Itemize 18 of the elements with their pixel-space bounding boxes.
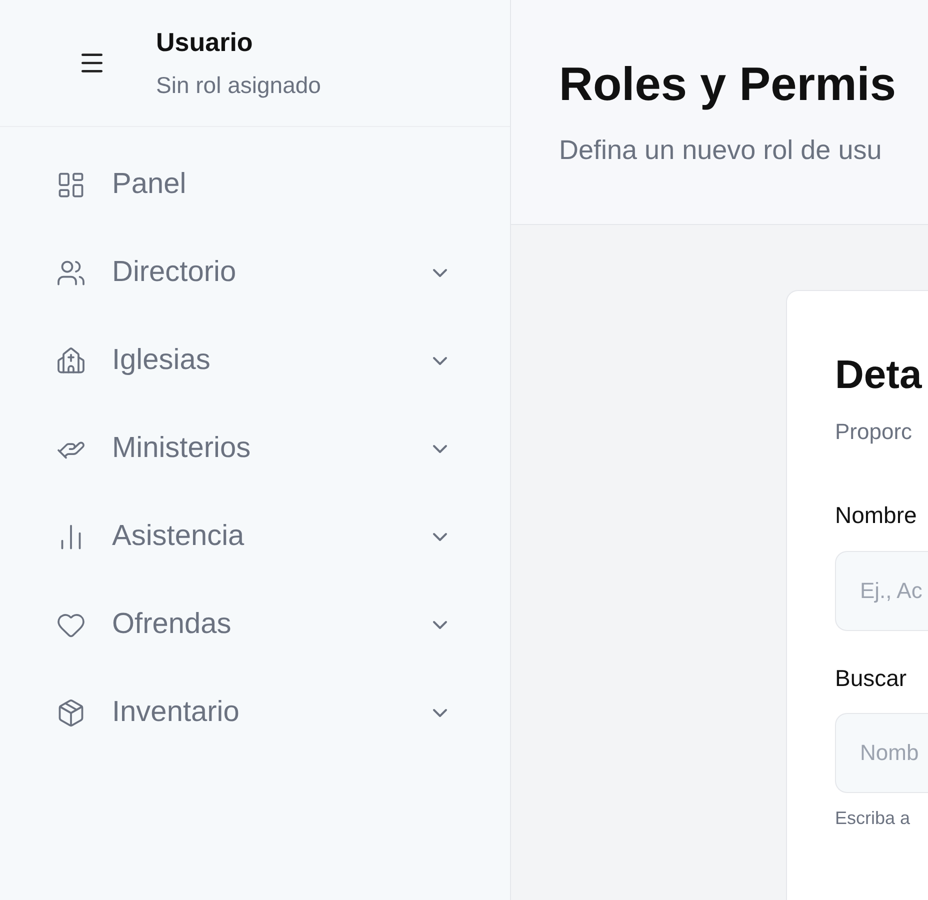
- nav-item[interactable]: Ofrendas: [40, 581, 470, 669]
- field-label: Nombre: [835, 501, 918, 530]
- card-title: Deta: [835, 352, 923, 399]
- field-hint: Escriba a: [835, 807, 912, 830]
- nav-item[interactable]: Panel: [40, 141, 470, 229]
- nav-item[interactable]: Inventario: [40, 669, 470, 757]
- user-role: Sin rol asignado: [156, 71, 321, 100]
- input-field[interactable]: Nomb: [835, 713, 928, 793]
- nav-item[interactable]: Iglesias: [40, 317, 470, 405]
- card-description: Proporc: [835, 418, 914, 446]
- nav-item[interactable]: Ministerios: [40, 405, 470, 493]
- nav-item[interactable]: Directorio: [40, 229, 470, 317]
- page-subtitle: Defina un nuevo rol de usu: [559, 134, 883, 167]
- input-field[interactable]: Ej., Ac: [835, 550, 928, 630]
- page-title: Roles y Permis: [559, 56, 898, 112]
- user-name: Usuario: [156, 26, 254, 60]
- nav-item[interactable]: Asistencia: [40, 493, 470, 581]
- field-label: Buscar: [835, 664, 908, 692]
